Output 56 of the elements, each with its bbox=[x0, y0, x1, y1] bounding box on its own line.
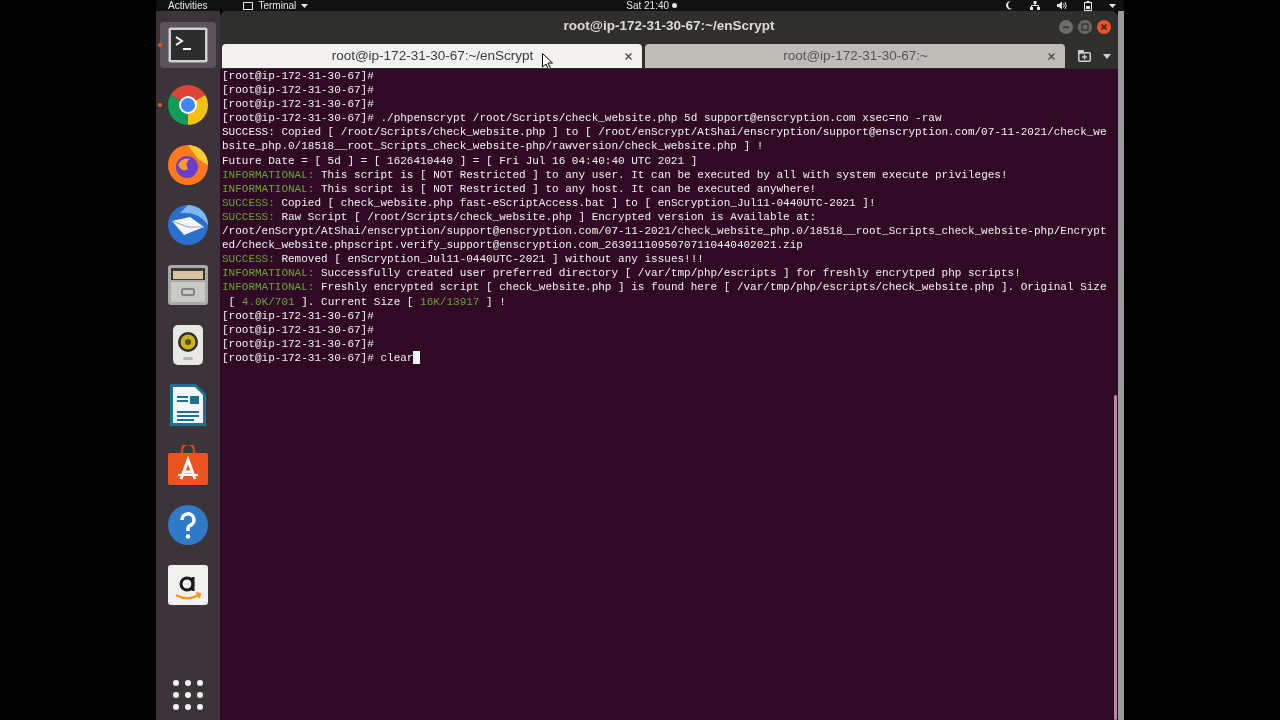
terminal-line: ed/check_website.phpscript.verify_support@enscryption.com_26391110950707110440402021.zip bbox=[222, 238, 803, 253]
terminal-line: [root@ip-172-31-30-67]# bbox=[222, 322, 374, 337]
terminal-icon bbox=[168, 27, 208, 63]
close-icon[interactable] bbox=[1048, 52, 1055, 60]
volume-icon[interactable] bbox=[1057, 1, 1067, 10]
app-grid-icon[interactable] bbox=[173, 680, 203, 710]
speaker-icon bbox=[173, 325, 203, 365]
terminal-line: [root@ip-172-31-30-67]# bbox=[222, 97, 374, 112]
terminal-line: Future Date = [ 5d ] = [ 1626410440 ] = [ Fri Jul 16 04:40:40 UTC 2021 ] bbox=[222, 153, 698, 168]
terminal-line: INFORMATIONAL: Successfully created user preferred directory [ /var/tmp/php/escripts ] for freshly encrytped php scripts! bbox=[222, 266, 1021, 281]
browser-icon bbox=[168, 85, 208, 125]
terminal-line: SUCCESS: Raw Script [ /root/Scripts/check_website.php ] Encrypted version is Available at: bbox=[222, 209, 817, 225]
close-icon[interactable] bbox=[1097, 19, 1111, 34]
terminal-line: [root@ip-172-31-30-67]# ./phpenscrypt /root/Scripts/check_website.php 5d support@enscryption.com xsec=no -raw bbox=[222, 111, 942, 126]
terminal-line: SUCCESS: Copied [ check_website.php fast-eScriptAccess.bat ] to [ enScryption_Jul11-0440UTC-2021 ]! bbox=[222, 195, 876, 210]
terminal-line: [root@ip-172-31-30-67]# bbox=[222, 308, 374, 323]
terminal-line: [root@ip-172-31-30-67]# clear bbox=[222, 350, 414, 365]
notification-dot-icon bbox=[672, 3, 678, 8]
minimize-icon[interactable] bbox=[1059, 19, 1073, 34]
document-icon bbox=[170, 384, 206, 426]
scrollbar-thumb[interactable] bbox=[1113, 395, 1117, 720]
clock[interactable]: Sat 21:40 bbox=[626, 0, 678, 11]
file-cabinet-icon bbox=[168, 265, 208, 305]
dock-launcher[interactable] bbox=[160, 22, 216, 68]
network-icon[interactable] bbox=[1030, 1, 1040, 10]
terminal-line: INFORMATIONAL: This script is [ NOT Restricted ] to any user. It can be executed by all with system execute privileges! bbox=[222, 167, 1008, 182]
tab[interactable]: root@ip-172-31-30-67:~ bbox=[645, 44, 1065, 68]
terminal-line: bsite_php.0/18518__root_Scripts_check_website-php/rawversion/check_website.php ] ! bbox=[222, 139, 764, 154]
battery-icon[interactable] bbox=[1084, 0, 1092, 11]
shopping-bag-icon bbox=[168, 445, 208, 485]
mouse-pointer-icon bbox=[542, 53, 553, 70]
window-title: root@ip-172-31-30-67:~/enScrypt bbox=[562, 17, 776, 36]
app-menu[interactable]: Terminal bbox=[243, 0, 309, 11]
moon-icon[interactable] bbox=[1005, 1, 1013, 10]
new-tab-icon[interactable] bbox=[1078, 50, 1091, 62]
caret-down-icon[interactable] bbox=[1103, 53, 1111, 59]
mail-icon bbox=[168, 205, 208, 245]
store-icon bbox=[168, 565, 208, 605]
fox-globe-icon bbox=[168, 145, 208, 185]
terminal-line: [root@ip-172-31-30-67]# bbox=[222, 336, 374, 351]
close-icon[interactable] bbox=[625, 52, 632, 60]
terminal-line: SUCCESS: Removed [ enScryption_Jul11-0440UTC-2021 ] without any issues!!! bbox=[222, 252, 704, 267]
tab[interactable]: root@ip-172-31-30-67:~/enScrypt bbox=[222, 44, 642, 68]
terminal-line: [root@ip-172-31-30-67]# bbox=[222, 83, 374, 98]
terminal-line: [ 4.0K/701 ]. Current Size [ 16K/13917 ] ! bbox=[227, 294, 506, 309]
terminal-small-icon bbox=[243, 1, 254, 10]
terminal-line: INFORMATIONAL: Freshly encrypted script [ check_website.php ] is found here [ /var/tmp/php/escripts/check_website.php ]. Original Size bbox=[222, 280, 1107, 295]
terminal-line: INFORMATIONAL: This script is [ NOT Restricted ] to any host. It can be executed anywhere! bbox=[222, 181, 817, 196]
activities-button[interactable]: Activities bbox=[168, 0, 208, 11]
terminal-line: [root@ip-172-31-30-67]# bbox=[222, 69, 374, 84]
help-icon bbox=[168, 505, 208, 545]
terminal-line: /root/enScrypt/AtShai/enscryption/support@enscryption.com/07-11-2021/check_website_php.0/18518__root_Scripts_check_website-php/Encrypt bbox=[222, 224, 1107, 239]
caret-down-icon[interactable] bbox=[1109, 3, 1116, 8]
maximize-icon[interactable] bbox=[1078, 19, 1092, 34]
terminal-line: SUCCESS: Copied [ /root/Scripts/check_website.php ] to [ /root/enScrypt/AtShai/enscryption/support@enscryption.com/07-11-2021/check_we bbox=[222, 125, 1107, 140]
caret-down-icon bbox=[301, 3, 309, 8]
